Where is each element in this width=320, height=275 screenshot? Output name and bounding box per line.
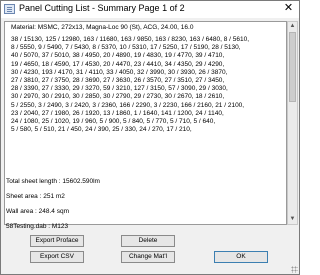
scroll-up-arrow-icon[interactable]: ▲ (288, 22, 297, 31)
file-info: 58Testing.dab : M123 (6, 223, 69, 230)
parts-list-line: 5 / 580, 5 / 510, 21 / 450, 24 / 390, 25… (11, 126, 192, 134)
delete-button[interactable]: Delete (121, 235, 175, 247)
wall-area: Wall area : 248.4 sqm (6, 208, 69, 215)
parts-list-line: 24 / 1080, 25 / 1020, 19 / 960, 5 / 900,… (11, 118, 216, 126)
sheet-area: Sheet area : 251 m2 (6, 193, 65, 200)
parts-list-line: 27 / 3810, 27 / 3750, 28 / 3690, 27 / 36… (11, 77, 225, 85)
parts-list-line: 30 / 2970, 30 / 2910, 30 / 2850, 30 / 27… (11, 93, 225, 101)
ok-button[interactable]: OK (214, 251, 268, 263)
export-proface-button[interactable]: Export Proface (30, 235, 84, 247)
scrollbar-thumb[interactable] (289, 32, 296, 102)
parts-list: 38 / 15130, 125 / 12980, 163 / 11680, 16… (11, 36, 283, 134)
vertical-scrollbar[interactable]: ▲ ▼ (287, 21, 298, 225)
parts-list-line: 30 / 4230, 193 / 4170, 31 / 4110, 33 / 4… (11, 68, 228, 76)
material-description: Material: MSMC, 272x13, Magna-Loc 90 (St… (11, 24, 194, 31)
app-icon (4, 4, 15, 14)
resize-grip-icon[interactable] (291, 266, 298, 273)
parts-list-line: 5 / 2550, 3 / 2490, 3 / 2420, 3 / 2360, … (11, 101, 245, 109)
close-icon[interactable]: ✕ (278, 1, 299, 17)
export-csv-button[interactable]: Export CSV (30, 251, 84, 263)
scroll-down-arrow-icon[interactable]: ▼ (288, 215, 297, 224)
parts-list-line: 23 / 2040, 27 / 1980, 26 / 1920, 13 / 18… (11, 109, 224, 117)
parts-list-line: 28 / 3390, 27 / 3330, 29 / 3270, 59 / 32… (11, 85, 228, 93)
total-sheet-length: Total sheet length : 15602.590lm (6, 178, 100, 185)
change-material-button[interactable]: Change Mat'l (121, 251, 175, 263)
parts-list-line: 8 / 5550, 9 / 5490, 7 / 5430, 8 / 5370, … (11, 44, 241, 52)
panel-cutting-list-window: Panel Cutting List - Summary Page 1 of 2… (0, 0, 300, 275)
title-bar[interactable]: Panel Cutting List - Summary Page 1 of 2… (1, 1, 299, 18)
parts-list-line: 38 / 15130, 125 / 12980, 163 / 11680, 16… (11, 36, 250, 43)
window-title: Panel Cutting List - Summary Page 1 of 2 (19, 3, 185, 13)
parts-list-line: 19 / 4650, 18 / 4590, 17 / 4530, 20 / 44… (11, 60, 225, 68)
parts-list-line: 40 / 5070, 37 / 5010, 38 / 4950, 20 / 48… (11, 52, 225, 60)
